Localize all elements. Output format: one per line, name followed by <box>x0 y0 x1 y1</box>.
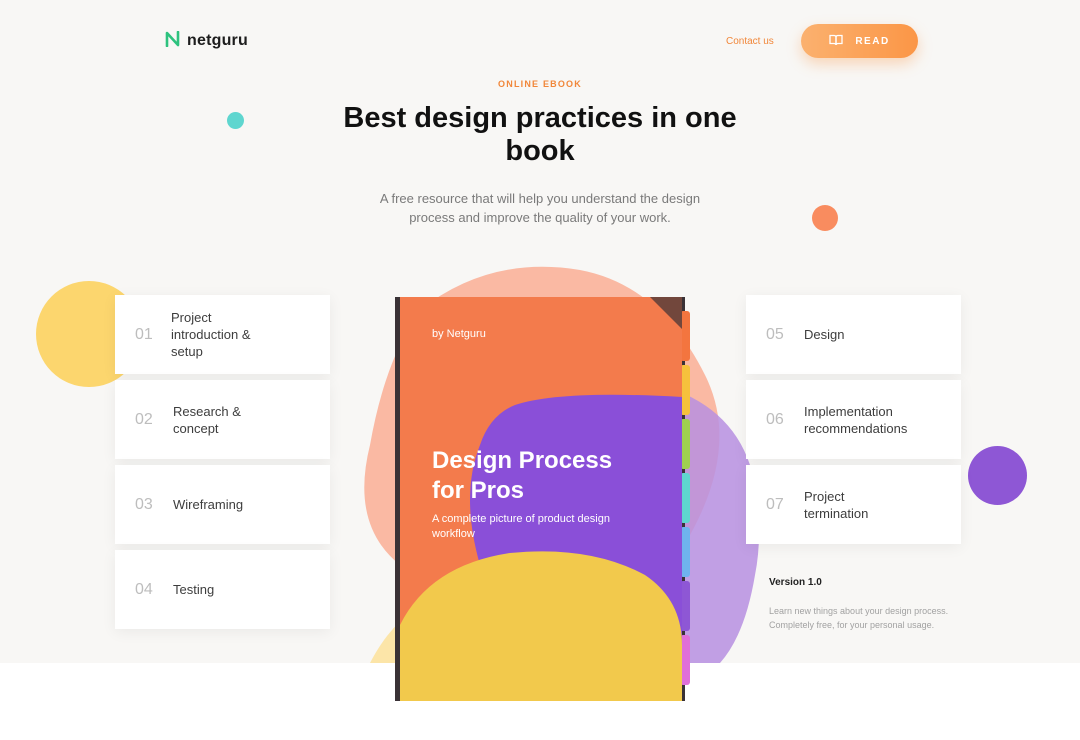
chapter-card-04[interactable]: 04 Testing <box>115 550 330 629</box>
chapter-number: 01 <box>135 325 153 343</box>
hero-eyebrow: ONLINE EBOOK <box>498 79 582 89</box>
chapter-label: Implementation recommendations <box>804 403 908 436</box>
chapter-card-03[interactable]: 03 Wireframing <box>115 465 330 544</box>
logo-text: netguru <box>187 32 248 49</box>
netguru-n-icon <box>165 30 181 52</box>
purple-circle-decoration <box>968 446 1027 505</box>
chapter-card-01[interactable]: 01 Project introduction & setup <box>115 295 330 374</box>
orange-dot-decoration <box>812 205 838 231</box>
chapter-label: Research & concept <box>173 403 241 436</box>
open-book-icon <box>829 34 843 49</box>
chapter-number: 02 <box>135 410 153 428</box>
chapter-label: Project introduction & setup <box>171 310 251 359</box>
read-button-label: READ <box>855 35 890 47</box>
chapter-number: 05 <box>766 325 784 343</box>
chapter-label: Project termination <box>804 488 869 521</box>
book-author: by Netguru <box>432 328 486 340</box>
chapter-number: 04 <box>135 580 153 598</box>
chapter-label: Design <box>804 327 845 342</box>
hero-subtitle: A free resource that will help you under… <box>379 191 701 225</box>
chapter-card-07[interactable]: 07 Project termination <box>746 465 961 544</box>
chapter-number: 03 <box>135 495 153 513</box>
chapter-label: Testing <box>173 582 215 597</box>
page-title: Best design practices in one book <box>343 102 737 167</box>
version-label: Version 1.0 <box>769 577 822 588</box>
book-title: Design Process for Pros <box>432 447 613 504</box>
chapter-card-05[interactable]: 05 Design <box>746 295 961 374</box>
version-description: Learn new things about your design proce… <box>769 606 949 630</box>
chapter-label: Wireframing <box>173 497 244 512</box>
book-subtitle: A complete picture of product design wor… <box>432 513 610 540</box>
teal-dot-decoration <box>227 112 244 129</box>
chapter-number: 06 <box>766 410 784 428</box>
chapter-card-06[interactable]: 06 Implementation recommendations <box>746 380 961 459</box>
chapter-number: 07 <box>766 495 784 513</box>
read-button[interactable]: READ <box>801 24 918 58</box>
netguru-logo[interactable]: netguru <box>165 30 248 52</box>
contact-us-link[interactable]: Contact us <box>726 36 774 47</box>
chapter-card-02[interactable]: 02 Research & concept <box>115 380 330 459</box>
